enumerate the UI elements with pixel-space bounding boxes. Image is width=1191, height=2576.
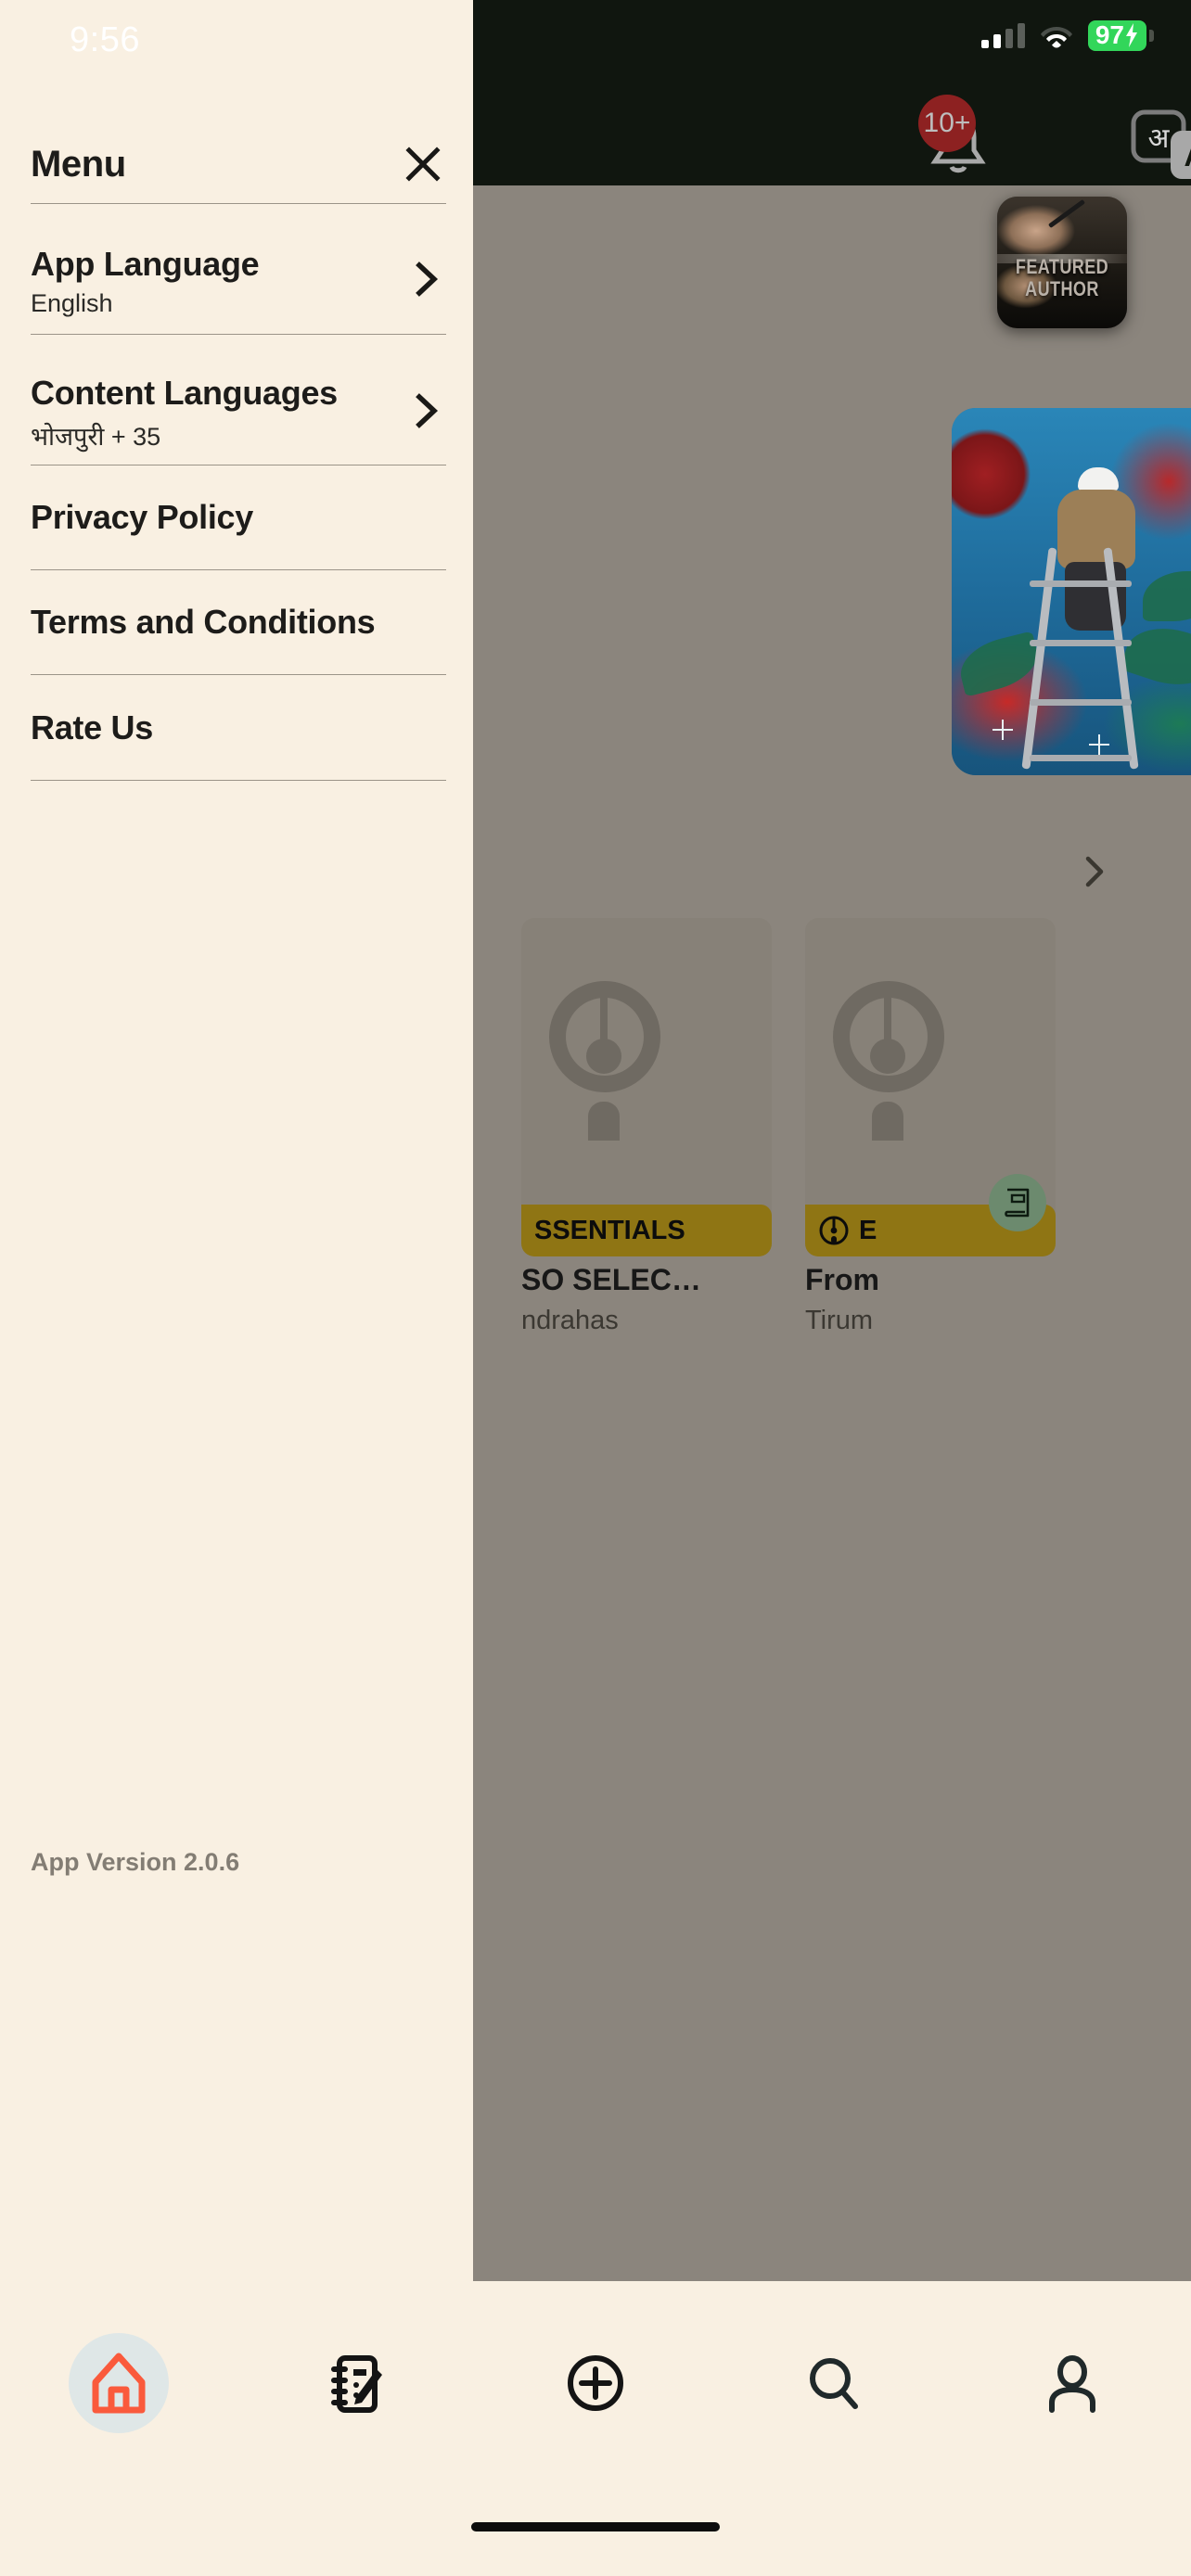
chevron-right-icon (1085, 856, 1104, 887)
notifications-button[interactable]: 10+ (918, 95, 1002, 185)
plus-circle-icon (567, 2355, 623, 2411)
mural-photo-card[interactable] (952, 408, 1191, 775)
menu-item-label: Terms and Conditions (31, 603, 376, 641)
content-cards-row: SSENTIALS SO SELEC… ndrahas E From Tirum (473, 918, 1191, 1335)
nav-add[interactable] (540, 2327, 651, 2439)
svg-text:A: A (1184, 139, 1191, 172)
card-subtitle: ndrahas (521, 1306, 619, 1335)
side-menu-drawer: 9:56 Menu App Language English Content L… (0, 0, 473, 2576)
nav-search[interactable] (778, 2327, 890, 2439)
divider (31, 334, 446, 335)
menu-item-sublabel: English (31, 288, 113, 317)
close-menu-button[interactable] (403, 144, 443, 185)
chevron-right-icon (405, 259, 446, 304)
pen-nib-stem (600, 985, 608, 1042)
home-indicator (471, 2522, 720, 2531)
card-title: From (805, 1263, 879, 1296)
nav-write[interactable] (301, 2327, 413, 2439)
app-screen: 97 10+ अ FEATURED AUTHOR SSENTIALS SO SE… (0, 0, 1191, 2576)
pen-nib-tip (588, 1102, 620, 1141)
status-bar-icons: 97 (980, 20, 1154, 51)
featured-label-line1: FEATURED (1015, 255, 1109, 278)
drawer-header: Menu (31, 137, 443, 191)
content-card[interactable]: SSENTIALS (521, 918, 772, 1256)
battery-charging-icon: 97 (1087, 20, 1154, 51)
nav-profile[interactable] (1017, 2327, 1128, 2439)
menu-item-rate-us[interactable]: Rate Us (31, 702, 446, 754)
card-badge-text: E (859, 1215, 877, 1245)
translate-icon: अ A (1131, 109, 1191, 179)
pen-nib-stem (884, 985, 891, 1042)
wifi-icon (1040, 23, 1073, 48)
svg-text:अ: अ (1148, 123, 1171, 154)
mural-star (1089, 734, 1109, 755)
search-icon (809, 2358, 858, 2409)
divider (31, 203, 446, 204)
featured-author-card[interactable]: FEATURED AUTHOR (997, 197, 1127, 328)
menu-item-privacy-policy[interactable]: Privacy Policy (31, 491, 446, 543)
person-icon (1048, 2355, 1095, 2413)
close-icon (405, 147, 441, 182)
card-title: SO SELEC… (521, 1263, 701, 1296)
divider (31, 780, 446, 781)
app-version-label: App Version 2.0.6 (31, 1848, 240, 1876)
menu-item-app-language[interactable]: App Language English (31, 230, 446, 332)
card-badge: SSENTIALS (521, 1205, 772, 1256)
book-icon (989, 1174, 1046, 1231)
menu-item-label: Rate Us (31, 708, 153, 746)
featured-label-line2: AUTHOR (1025, 276, 1099, 300)
battery-level: 97 (1095, 20, 1124, 49)
menu-item-content-languages[interactable]: Content Languages भोजपुरी + 35 (31, 362, 446, 464)
divider (31, 674, 446, 675)
carousel-next-button[interactable] (1076, 853, 1113, 890)
notebook-pencil-icon (331, 2355, 383, 2413)
pen-nib-dot (586, 1039, 621, 1074)
content-card[interactable]: E (805, 918, 1056, 1256)
featured-author-label: FEATURED AUTHOR (1009, 256, 1116, 300)
mural-star (992, 720, 1013, 740)
card-badge-text: SSENTIALS (534, 1215, 685, 1245)
menu-item-label: Content Languages (31, 373, 338, 412)
page-title: Menu (31, 143, 126, 185)
language-toggle-button[interactable]: अ A (1122, 107, 1191, 190)
chevron-right-icon (405, 390, 446, 436)
pen-nib-tip (872, 1102, 903, 1141)
divider (31, 569, 446, 570)
pen-nib-icon (819, 1216, 849, 1245)
background-app-content: 97 10+ अ FEATURED AUTHOR SSENTIALS SO SE… (473, 0, 1191, 2281)
menu-item-label: App Language (31, 244, 260, 283)
status-bar-clock: 9:56 (70, 20, 140, 59)
bottom-navigation-bar (0, 2281, 1191, 2576)
pen-nib-dot (870, 1039, 905, 1074)
menu-item-sublabel: भोजपुरी + 35 (31, 422, 161, 451)
menu-item-label: Privacy Policy (31, 498, 253, 536)
cellular-signal-icon (980, 22, 1025, 48)
notification-badge: 10+ (918, 95, 976, 152)
nav-home[interactable] (63, 2327, 174, 2439)
menu-item-terms-and-conditions[interactable]: Terms and Conditions (31, 596, 446, 648)
home-icon (92, 2353, 146, 2414)
card-subtitle: Tirum (805, 1306, 874, 1335)
